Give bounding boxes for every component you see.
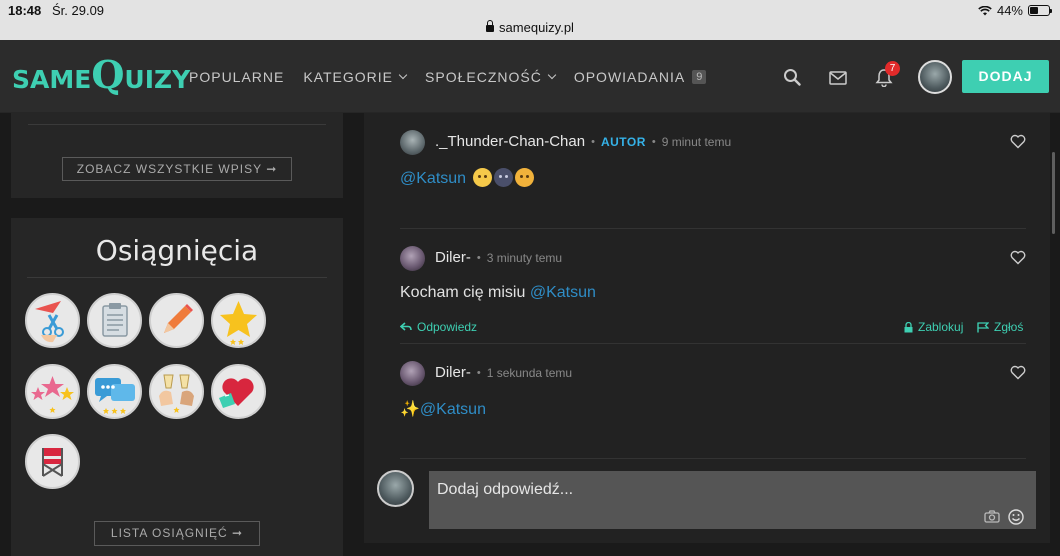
site-logo[interactable]: SAMEQUIZY (12, 52, 190, 97)
achievements-panel: Osiągnięcia LISTA OSIĄGNIĘĆ ➞ (11, 218, 343, 556)
separator-dot: • (476, 366, 481, 379)
reply-button[interactable]: Odpowiedz (400, 320, 477, 334)
heart-icon[interactable] (1010, 134, 1026, 149)
user-avatar[interactable] (918, 60, 952, 94)
emoji-icon (472, 168, 492, 187)
mail-icon[interactable] (829, 71, 847, 85)
comment-username[interactable]: ._Thunder-Chan-Chan (435, 133, 585, 150)
pencil-icon (164, 304, 193, 333)
comment-text: Kocham cię misiu @Katsun (400, 284, 596, 301)
separator-dot: • (476, 251, 481, 264)
add-button[interactable]: DODAJ (962, 60, 1049, 93)
emoji-icon (493, 168, 513, 187)
divider (27, 277, 327, 278)
nav-stories[interactable]: OPOWIADANIA 9 (574, 69, 707, 85)
achievement-badge[interactable] (149, 364, 204, 419)
flag-icon (977, 321, 989, 332)
comment-time: 1 sekunda temu (486, 365, 573, 380)
battery-percent: 44% (996, 3, 1023, 18)
heart-gift-icon (219, 378, 254, 408)
directors-chair-icon (42, 448, 63, 477)
clipboard-icon (102, 303, 128, 337)
achievement-badge[interactable] (25, 434, 80, 489)
achievement-badge[interactable] (211, 364, 266, 419)
status-date: Śr. 29.09 (52, 3, 105, 18)
stars-icon (31, 376, 74, 413)
comment-time: 9 minut temu (661, 134, 732, 149)
comment-avatar[interactable] (400, 130, 425, 155)
comment-text: @Katsun (400, 168, 534, 188)
achievement-badge[interactable] (25, 293, 80, 348)
achievement-badge[interactable] (149, 293, 204, 348)
separator-dot: • (591, 135, 595, 148)
stories-count-badge: 9 (692, 70, 707, 84)
emoji-icon (514, 168, 534, 187)
top-navbar: SAMEQUIZY POPULARNE KATEGORIE SPOŁECZNOŚ… (0, 40, 1060, 113)
achievement-badge[interactable] (87, 364, 142, 419)
chevron-down-icon (398, 70, 408, 80)
battery-icon (1028, 5, 1052, 16)
author-badge: AUTOR (600, 134, 646, 149)
reply-box (364, 458, 1050, 543)
scissors-icon (35, 301, 64, 343)
achievements-title: Osiągnięcia (95, 234, 259, 267)
block-button[interactable]: Zablokuj (904, 320, 963, 334)
notification-badge: 7 (885, 61, 900, 76)
star-icon (220, 301, 257, 345)
sparkles-icon: ✨ (400, 401, 420, 418)
comment-time: 3 minuty temu (486, 250, 563, 265)
mention-link[interactable]: @Katsun (420, 401, 486, 418)
comment-username[interactable]: Diler- (435, 364, 471, 381)
reply-icon (400, 322, 412, 331)
url-text: samequizy.pl (499, 20, 574, 35)
comment-username[interactable]: Diler- (435, 249, 471, 266)
comments-section: ._Thunder-Chan-Chan • AUTOR • 9 minut te… (364, 113, 1050, 543)
report-button[interactable]: Zgłoś (977, 320, 1023, 334)
comment-avatar[interactable] (400, 246, 425, 271)
nav-community[interactable]: SPOŁECZNOŚĆ (425, 69, 557, 85)
camera-icon[interactable] (984, 510, 1000, 523)
status-time: 18:48 (8, 3, 42, 18)
achievement-badge[interactable] (87, 293, 142, 348)
search-icon[interactable] (783, 68, 801, 86)
lock-icon (904, 321, 913, 332)
smile-icon[interactable] (1008, 509, 1024, 525)
wifi-icon (978, 5, 992, 15)
reply-avatar (377, 470, 414, 507)
divider (400, 343, 1026, 344)
achievement-badge[interactable] (211, 293, 266, 348)
heart-icon[interactable] (1010, 365, 1026, 380)
see-all-posts-button[interactable]: ZOBACZ WSZYSTKIE WPISY ➞ (62, 157, 292, 181)
nav-categories[interactable]: KATEGORIE (303, 69, 408, 85)
achievements-list-button[interactable]: LISTA OSIĄGNIĘĆ ➞ (94, 521, 260, 546)
comment-text: ✨@Katsun (400, 399, 486, 419)
lock-icon (486, 20, 495, 32)
address-bar[interactable]: samequizy.pl (0, 20, 1060, 35)
chat-bubbles-icon (95, 378, 135, 414)
divider (28, 124, 326, 125)
comment-avatar[interactable] (400, 361, 425, 386)
mention-link[interactable]: @Katsun (400, 170, 466, 187)
separator-dot: • (651, 135, 656, 148)
posts-panel: ZOBACZ WSZYSTKIE WPISY ➞ (11, 113, 343, 198)
heart-icon[interactable] (1010, 250, 1026, 265)
nav-popular[interactable]: POPULARNE (189, 69, 284, 85)
mention-link[interactable]: @Katsun (530, 284, 596, 301)
divider (400, 228, 1026, 229)
status-bar: 18:48 Śr. 29.09 samequizy.pl 44% (0, 0, 1060, 40)
chevron-down-icon (547, 70, 557, 80)
champagne-toast-icon (159, 374, 194, 413)
achievement-badge[interactable] (25, 364, 80, 419)
reply-input[interactable] (429, 471, 1036, 529)
scrollbar[interactable] (1052, 152, 1055, 234)
